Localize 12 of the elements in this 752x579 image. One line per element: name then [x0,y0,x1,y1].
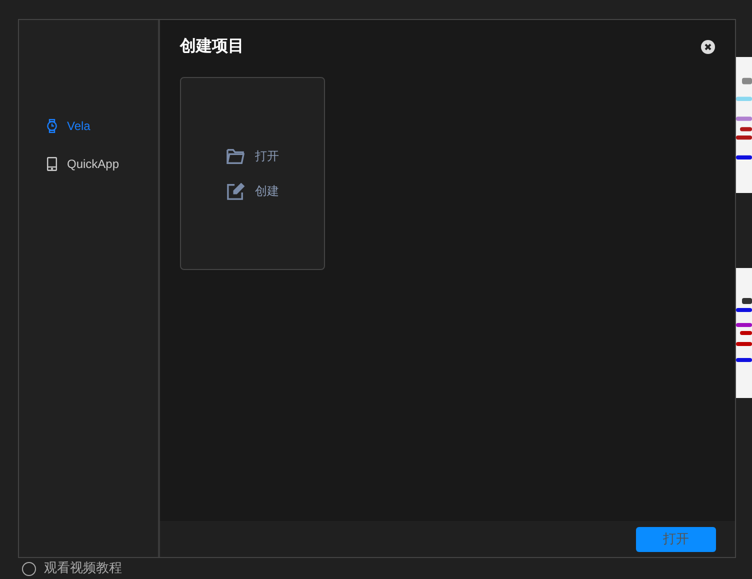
watch-icon [46,119,58,133]
sidebar-item[interactable]: Vela [19,119,158,133]
option-link[interactable]: 打开 [226,148,279,164]
dialog-title: 创建项目 [180,36,244,57]
sidebar-item[interactable]: QuickApp [19,157,158,171]
phone-icon [46,157,58,171]
radio-button[interactable] [22,562,36,576]
folder-icon [226,148,245,164]
close-icon[interactable] [701,40,715,54]
edit-icon [226,182,245,200]
option-link[interactable]: 创建 [226,182,279,200]
tutorial-link[interactable]: 观看视频教程 [44,561,122,577]
